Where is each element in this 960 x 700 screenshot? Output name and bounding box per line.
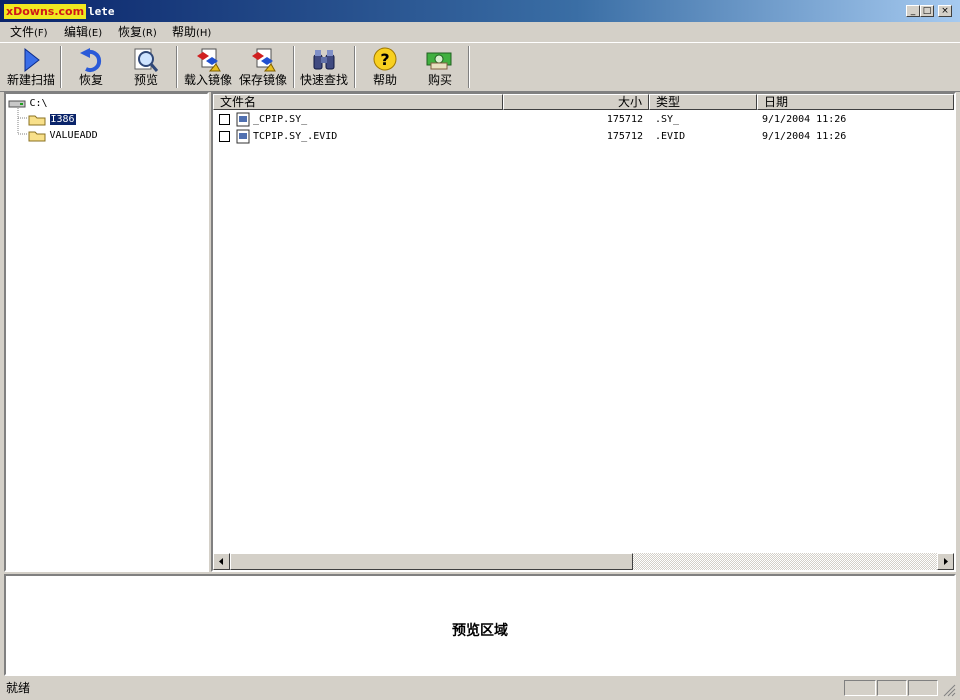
- undo-arrow-icon: [80, 48, 102, 72]
- close-button[interactable]: ×: [938, 5, 952, 17]
- folder-icon: [28, 131, 46, 141]
- tree-root-drive[interactable]: C:\: [8, 95, 48, 110]
- menu-file-accel: (F): [34, 28, 48, 39]
- buy-label: 购买: [427, 73, 452, 87]
- save-image-label: 保存镜像: [238, 73, 287, 87]
- quick-find-button[interactable]: 快速查找: [298, 45, 350, 91]
- file-list: 文件名 大小 类型 日期 _CPIP.SY_ 175712 .SY_ 9/1/2…: [211, 92, 956, 572]
- horizontal-scrollbar[interactable]: [213, 553, 954, 570]
- money-icon: [426, 52, 452, 70]
- restore-label: 恢复: [78, 73, 103, 87]
- table-row[interactable]: _CPIP.SY_ 175712 .SY_ 9/1/2004 11:26: [213, 111, 954, 128]
- arrow-right-icon: [944, 558, 948, 565]
- maximize-button[interactable]: □: [920, 5, 934, 17]
- status-text: 就绪: [6, 681, 31, 695]
- new-scan-button[interactable]: 新建扫描: [4, 45, 58, 91]
- file-date: 9/1/2004 11:26: [762, 114, 847, 125]
- menu-restore-accel: (R): [142, 28, 157, 39]
- menu-edit[interactable]: 编辑(E): [64, 24, 102, 40]
- preview-area: 预览区域: [4, 574, 956, 676]
- help-label: 帮助: [372, 73, 397, 87]
- load-image-icon: [197, 48, 221, 72]
- folder-tree[interactable]: C:\ I386 VALUEADD: [4, 92, 209, 572]
- magnifier-icon: [134, 48, 159, 72]
- window-title: lete: [88, 5, 115, 18]
- preview-area-label: 预览区域: [452, 623, 508, 639]
- arrow-left-icon: [219, 558, 223, 565]
- status-bar: 就绪: [0, 677, 960, 700]
- toolbar: 新建扫描 恢复 预览 载入镜像 保存镜像 快速查找 ? 帮助 购买: [0, 42, 960, 92]
- table-row[interactable]: TCPIP.SY_.EVID 175712 .EVID 9/1/2004 11:…: [213, 128, 954, 145]
- menu-edit-accel: (E): [88, 28, 103, 39]
- menu-bar: 文件(F) 编辑(E) 恢复(R) 帮助(H): [0, 22, 960, 41]
- scroll-left-button[interactable]: [213, 553, 230, 570]
- menu-help[interactable]: 帮助(H): [172, 24, 211, 40]
- toolbar-separator: [60, 46, 62, 88]
- row-checkbox[interactable]: [219, 131, 230, 142]
- menu-file[interactable]: 文件(F): [10, 24, 48, 40]
- column-header-size[interactable]: 大小: [503, 94, 649, 110]
- binoculars-icon: [313, 50, 335, 70]
- file-type: .SY_: [655, 114, 680, 125]
- status-panel: [844, 680, 876, 696]
- preview-button[interactable]: 预览: [120, 45, 172, 91]
- quick-find-label: 快速查找: [299, 73, 348, 87]
- tree-item-label: I386: [48, 113, 77, 126]
- question-mark-icon: ?: [373, 47, 397, 71]
- scrollbar-thumb[interactable]: [230, 553, 633, 570]
- status-panel: [908, 680, 938, 696]
- folder-open-icon: [28, 115, 46, 125]
- column-header-type[interactable]: 类型: [649, 94, 757, 110]
- menu-file-label: 文件: [10, 25, 35, 39]
- help-button[interactable]: ? 帮助: [360, 45, 410, 91]
- row-checkbox[interactable]: [219, 114, 230, 125]
- load-image-button[interactable]: 载入镜像: [182, 45, 234, 91]
- app-logo: xDowns.com: [4, 4, 87, 19]
- toolbar-separator: [176, 46, 178, 88]
- file-type: .EVID: [655, 131, 686, 142]
- file-name: TCPIP.SY_.EVID: [253, 131, 338, 142]
- load-image-label: 载入镜像: [183, 73, 232, 87]
- preview-label: 预览: [133, 73, 158, 87]
- toolbar-separator: [354, 46, 356, 88]
- menu-restore[interactable]: 恢复(R): [118, 24, 157, 40]
- file-size: 175712: [606, 114, 643, 125]
- file-date: 9/1/2004 11:26: [762, 131, 847, 142]
- play-arrow-icon: [24, 47, 40, 73]
- resize-grip-icon[interactable]: [942, 683, 956, 697]
- tree-root-label: C:\: [29, 98, 48, 109]
- column-header-name[interactable]: 文件名: [213, 94, 503, 110]
- file-icon: [236, 129, 250, 144]
- save-image-button[interactable]: 保存镜像: [236, 45, 290, 91]
- new-scan-label: 新建扫描: [6, 73, 55, 87]
- tree-item-i386[interactable]: I386: [28, 111, 77, 126]
- minimize-button[interactable]: _: [906, 5, 920, 17]
- menu-restore-label: 恢复: [118, 25, 143, 39]
- status-panel: [877, 680, 907, 696]
- menu-help-accel: (H): [196, 28, 212, 39]
- drive-icon: [8, 100, 26, 108]
- restore-button[interactable]: 恢复: [66, 45, 116, 91]
- menu-help-label: 帮助: [172, 25, 197, 39]
- file-name: _CPIP.SY_: [253, 114, 308, 125]
- toolbar-separator: [468, 46, 470, 88]
- buy-button[interactable]: 购买: [414, 45, 466, 91]
- list-header: 文件名 大小 类型 日期: [213, 94, 954, 110]
- save-image-icon: [252, 48, 276, 72]
- file-icon: [236, 112, 250, 127]
- column-header-date[interactable]: 日期: [757, 94, 954, 110]
- tree-item-label: VALUEADD: [49, 130, 98, 141]
- tree-item-valueadd[interactable]: VALUEADD: [28, 127, 98, 142]
- title-bar: xDowns.com lete _ □ ×: [0, 0, 960, 22]
- file-size: 175712: [606, 131, 643, 142]
- svg-text:?: ?: [380, 50, 389, 69]
- menu-edit-label: 编辑: [64, 25, 89, 39]
- scroll-right-button[interactable]: [937, 553, 954, 570]
- toolbar-separator: [293, 46, 295, 88]
